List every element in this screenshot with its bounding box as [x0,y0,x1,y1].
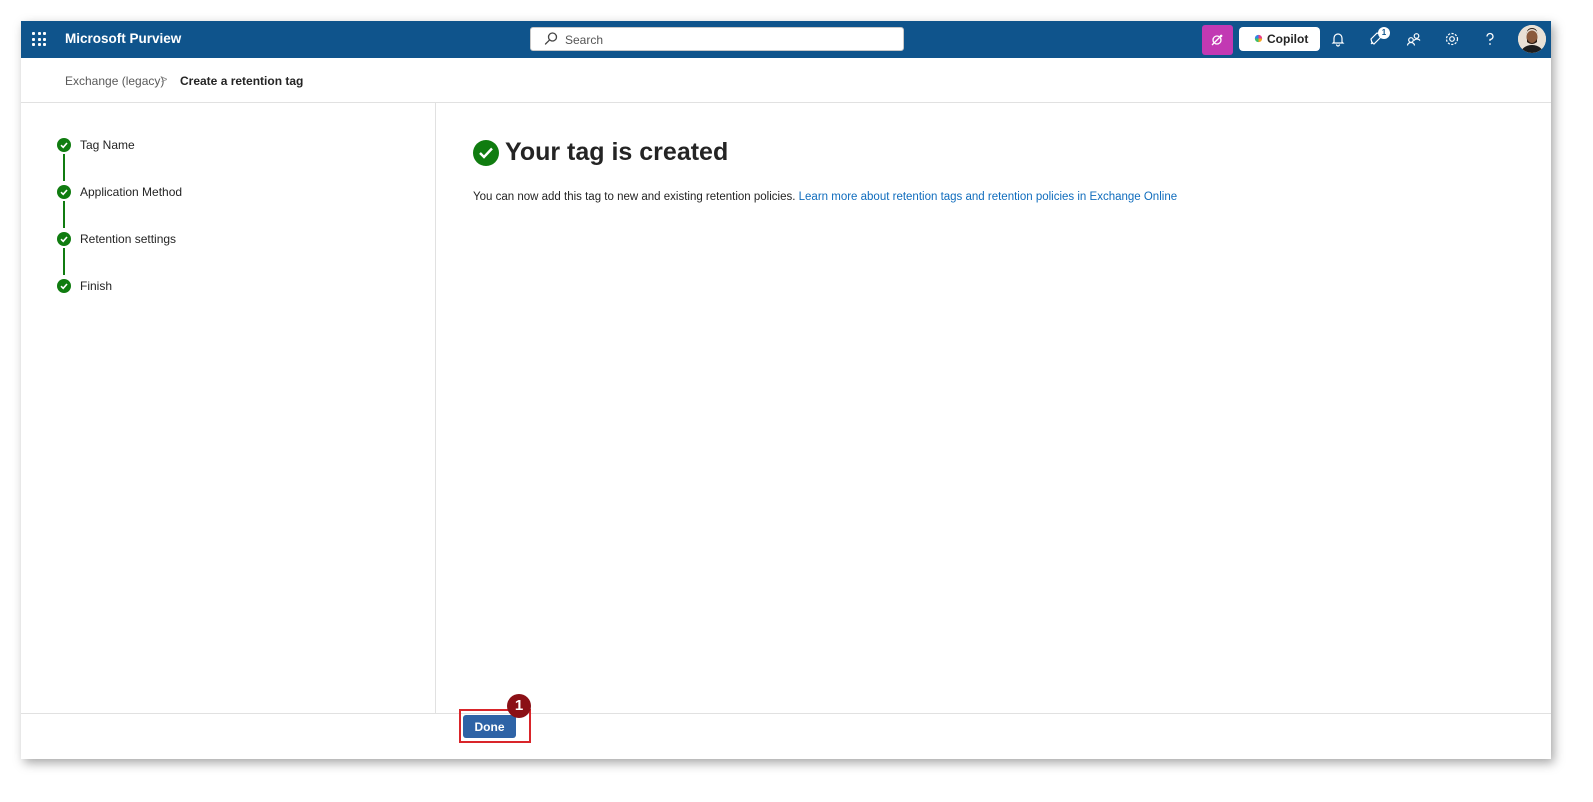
breadcrumb-separator: > [161,74,168,86]
avatar[interactable] [1518,25,1546,53]
step-connector [63,154,65,181]
search-icon [544,32,558,45]
learn-more-link[interactable]: Learn more about retention tags and rete… [799,191,1177,203]
step-label: Tag Name [80,138,135,152]
app-name: Microsoft Purview [65,31,182,46]
copilot-agent-button[interactable] [1202,25,1233,55]
gear-icon[interactable] [1443,30,1461,48]
step-connector [63,201,65,228]
copilot-label: Copilot [1267,32,1309,46]
search-box[interactable] [530,27,904,51]
sparkle-icon [1211,34,1223,46]
help-icon[interactable] [1481,30,1499,48]
step-label: Application Method [80,185,183,199]
bell-icon[interactable] [1329,30,1347,48]
app-window: Microsoft Purview Copilot [21,21,1551,759]
step-label: Finish [80,279,113,293]
people-icon[interactable] [1405,30,1423,48]
copilot-icon [1254,34,1263,43]
step-label: Retention settings [80,232,177,246]
check-circle-icon [57,185,71,199]
wizard-steps-panel: Tag Name Application Method Retention se… [21,103,436,713]
step-connector [63,248,65,275]
main-content: Your tag is created You can now add this… [436,103,1551,713]
page-title: Your tag is created [505,138,729,166]
search-input[interactable] [563,30,897,50]
top-bar: Microsoft Purview Copilot [21,21,1551,58]
done-button[interactable]: Done [463,715,516,738]
waffle-icon[interactable] [32,32,46,46]
description-text: You can now add this tag to new and exis… [473,191,1177,203]
check-circle-icon [57,279,71,293]
footer-bar [21,713,1551,759]
step-callout-badge: 1 [507,694,531,718]
check-circle-icon [57,138,71,152]
breadcrumb: Exchange (legacy) > Create a retention t… [21,58,1551,103]
success-check-icon [473,140,499,166]
copilot-button[interactable]: Copilot [1239,27,1320,51]
notification-badge: 1 [1378,27,1390,39]
breadcrumb-item-exchange[interactable]: Exchange (legacy) [65,74,164,88]
check-circle-icon [57,232,71,246]
breadcrumb-item-current: Create a retention tag [180,74,304,88]
description-body: You can now add this tag to new and exis… [473,191,796,203]
user-photo-icon [1518,25,1546,53]
